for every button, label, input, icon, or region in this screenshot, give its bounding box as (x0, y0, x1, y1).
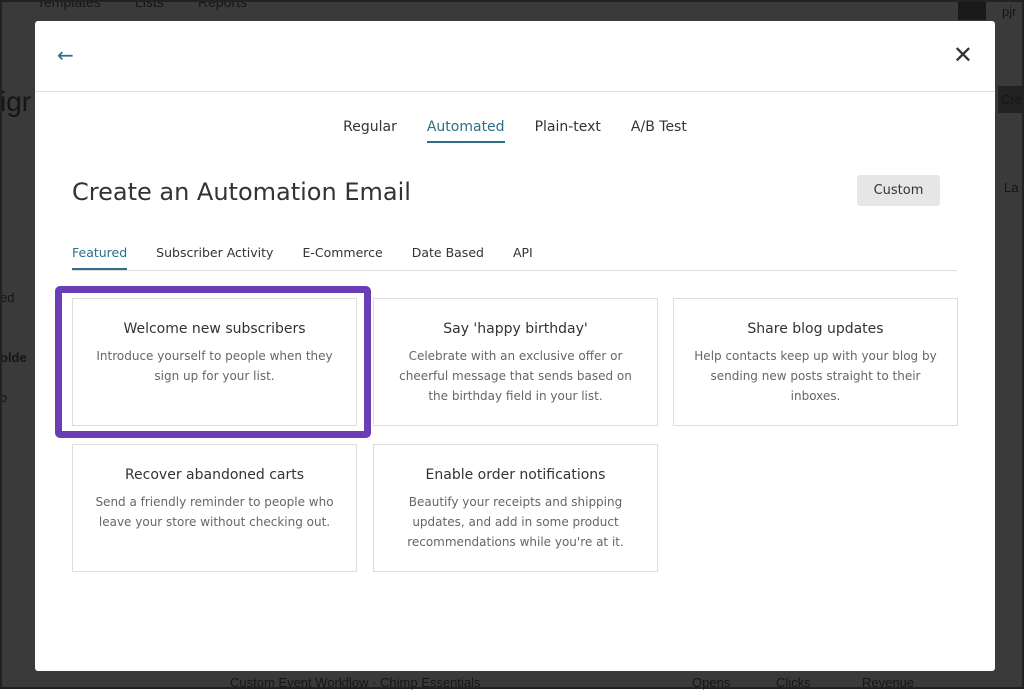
card-title: Enable order notifications (425, 467, 606, 483)
card-abandoned-carts[interactable]: Recover abandoned carts Send a friendly … (72, 444, 357, 572)
email-type-tabs: Regular Automated Plain-text A/B Test (35, 119, 995, 143)
card-description: Celebrate with an exclusive offer or che… (399, 349, 632, 403)
category-tabs: Featured Subscriber Activity E-Commerce … (72, 245, 957, 271)
card-description: Introduce yourself to people when they s… (96, 349, 333, 383)
bg-create-button: Cre (998, 86, 1024, 113)
automation-modal: ← ✕ Regular Automated Plain-text A/B Tes… (35, 21, 995, 671)
tab-ab-test[interactable]: A/B Test (631, 119, 687, 143)
bg-title-fragment: igr (0, 86, 32, 117)
tab-featured[interactable]: Featured (72, 245, 128, 270)
bg-col: Clicks (776, 675, 811, 690)
page-title: Create an Automation Email (72, 178, 411, 206)
card-description: Beautify your receipts and shipping upda… (407, 495, 624, 549)
card-title: Recover abandoned carts (124, 467, 305, 483)
back-arrow-icon[interactable]: ← (57, 43, 74, 67)
card-title: Welcome new subscribers (123, 321, 306, 337)
card-title: Say 'happy birthday' (443, 321, 588, 337)
card-order-notifications[interactable]: Enable order notifications Beautify your… (373, 444, 658, 572)
tab-regular[interactable]: Regular (343, 119, 397, 143)
avatar (958, 0, 986, 20)
tab-e-commerce[interactable]: E-Commerce (302, 245, 382, 270)
tab-subscriber-activity[interactable]: Subscriber Activity (156, 245, 273, 270)
bg-row: Custom Event Workflow · Chimp Essentials (230, 675, 481, 690)
nav-templates: Templates (37, 0, 101, 10)
tab-date-based[interactable]: Date Based (412, 245, 484, 270)
card-description: Send a friendly reminder to people who l… (95, 495, 334, 529)
bg-fragment: olde (0, 350, 27, 365)
card-blog-updates[interactable]: Share blog updates Help contacts keep up… (673, 298, 958, 426)
nav-reports: Reports (198, 0, 248, 10)
nav-lists: Lists (135, 0, 164, 10)
card-title: Share blog updates (747, 321, 884, 337)
tab-automated[interactable]: Automated (426, 119, 505, 143)
card-happy-birthday[interactable]: Say 'happy birthday' Celebrate with an e… (373, 298, 658, 426)
user-name: pjr (1002, 4, 1017, 19)
card-description: Help contacts keep up with your blog by … (694, 349, 937, 403)
tab-api[interactable]: API (513, 245, 533, 270)
bg-fragment: ed (0, 290, 15, 305)
divider (35, 91, 995, 92)
tab-plain-text[interactable]: Plain-text (535, 119, 601, 143)
close-icon[interactable]: ✕ (953, 41, 973, 69)
bg-fragment: La (1004, 180, 1019, 195)
bg-col: Opens (692, 675, 731, 690)
custom-button[interactable]: Custom (857, 175, 940, 206)
card-welcome-subscribers[interactable]: Welcome new subscribers Introduce yourse… (72, 298, 357, 426)
bg-col: Revenue (862, 675, 915, 690)
bg-fragment: o (0, 390, 8, 405)
